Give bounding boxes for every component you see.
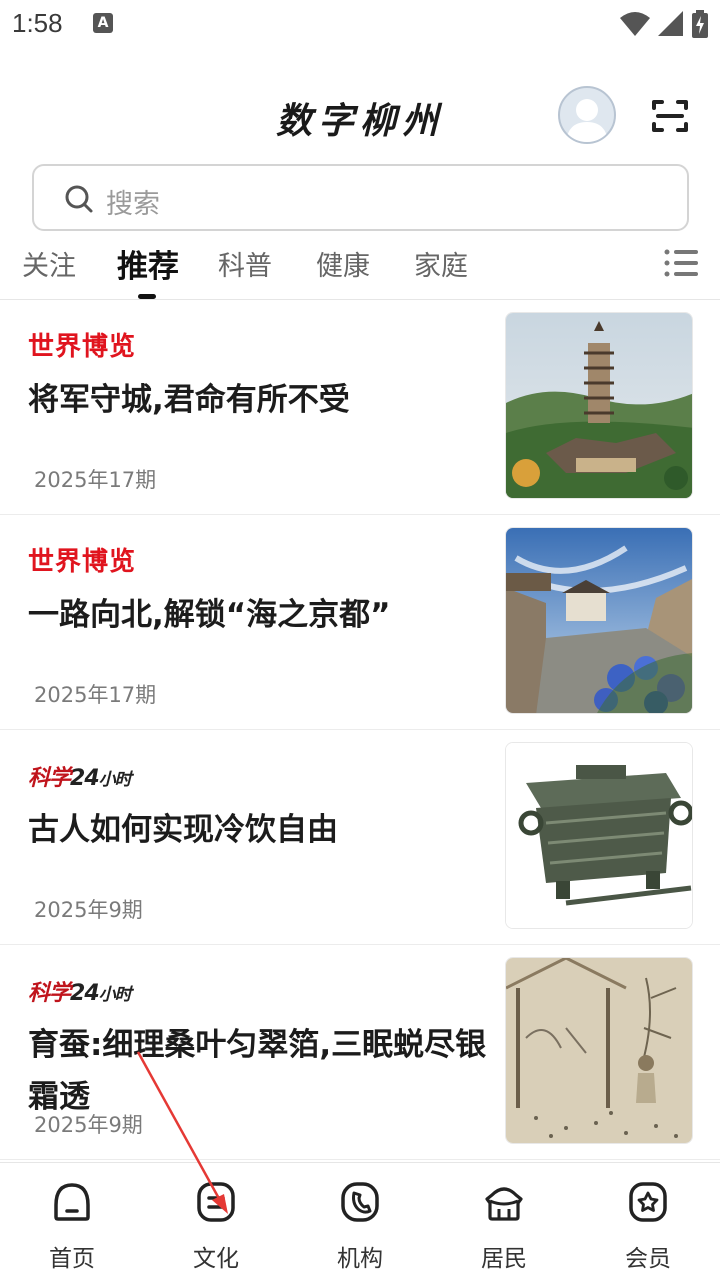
article-thumbnail [505,957,693,1144]
status-time: 1:58 [12,8,63,38]
article-issue: 2025年17期 [34,468,157,492]
status-icons [620,10,708,38]
article-title: 古人如何实现冷饮自由 [28,812,338,848]
wifi-icon [620,12,650,36]
status-bar: 1:58 A [0,0,720,50]
search-placeholder: 搜索 [106,189,160,220]
signal-icon [658,11,683,36]
tab-health[interactable]: 健康 [316,244,370,283]
nav-residents[interactable]: 居民 [432,1163,576,1280]
article-thumbnail [505,527,693,714]
article-thumbnail [505,312,693,499]
nav-label: 居民 [481,1246,527,1272]
nav-member[interactable]: 会员 [576,1163,720,1280]
app-header: 数字柳州 [0,80,720,160]
article-title: 一路向北,解锁“海之京都” [28,597,391,633]
nav-home[interactable]: 首页 [0,1163,144,1280]
nav-label: 机构 [337,1246,383,1272]
article-thumbnail [505,742,693,929]
tab-follow[interactable]: 关注 [22,244,76,283]
search-input[interactable]: 搜索 [32,164,689,231]
source-logo-part: 24 [70,981,100,1006]
source-logo-part: 小时 [98,985,132,1005]
bottom-navigation: 首页 文化 机构 居民 会员 [0,1162,720,1280]
scan-button[interactable] [648,96,692,136]
article-issue: 2025年9期 [34,1113,143,1137]
avatar[interactable] [558,86,616,144]
article-item[interactable]: 科学24小时 古人如何实现冷饮自由 2025年9期 [0,730,720,945]
nav-label: 首页 [49,1246,95,1272]
user-avatar-icon [566,99,608,142]
home-icon [54,1183,90,1221]
source-logo-part: 小时 [98,770,132,790]
article-item[interactable]: 世界博览 一路向北,解锁“海之京都” 2025年17期 [0,515,720,730]
culture-icon [197,1182,235,1222]
nav-label: 文化 [193,1246,239,1272]
article-feed: 世界博览 将军守城,君命有所不受 2025年17期 世界博览 一路向北,解锁“海… [0,300,720,1160]
tab-science[interactable]: 科普 [218,244,272,283]
battery-icon [692,10,708,38]
tab-recommend[interactable]: 推荐 [117,241,179,286]
article-source: 世界博览 [28,547,137,577]
scan-icon [652,100,688,132]
article-issue: 2025年17期 [34,683,157,707]
article-source: 世界博览 [28,332,137,362]
tab-family[interactable]: 家庭 [414,244,468,283]
article-source-logo: 科学24小时 [28,760,132,791]
article-issue: 2025年9期 [34,898,143,922]
article-source-logo: 科学24小时 [28,975,132,1006]
source-logo-part: 科学 [28,981,71,1006]
notification-icon: A [93,13,113,33]
article-title: 将军守城,君命有所不受 [28,382,350,418]
search-icon [65,185,93,213]
nav-label: 会员 [625,1246,671,1272]
nav-culture[interactable]: 文化 [144,1163,288,1280]
channel-menu-icon[interactable] [664,248,698,278]
article-item[interactable]: 世界博览 将军守城,君命有所不受 2025年17期 [0,300,720,515]
active-tab-indicator [138,294,156,299]
source-logo-part: 24 [70,766,100,791]
star-badge-icon [629,1182,667,1222]
article-item[interactable]: 科学24小时 育蚕:细理桑叶匀翠箔,三眠蜕尽银霜透 2025年9期 [0,945,720,1160]
category-tabs: 关注 推荐 科普 健康 家庭 [0,236,720,300]
nav-institution[interactable]: 机构 [288,1163,432,1280]
residents-icon [485,1187,523,1221]
source-logo-part: 科学 [28,766,71,791]
phone-icon [341,1182,379,1222]
article-title: 育蚕:细理桑叶匀翠箔,三眠蜕尽银霜透 [28,1027,487,1115]
